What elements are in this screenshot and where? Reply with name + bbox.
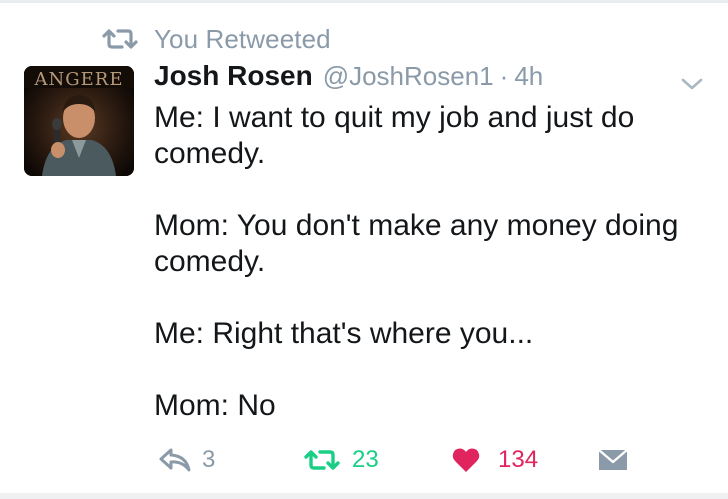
reply-icon [159,448,191,472]
bottom-divider [0,493,728,499]
like-count: 134 [498,446,539,473]
tweet-paragraph: Me: Right that's where you... [154,317,534,350]
like-button[interactable]: 134 [452,444,538,476]
top-divider [0,0,728,3]
tweet-paragraph: Me: I want to quit my job and just do co… [154,101,635,170]
retweet-count: 23 [352,446,379,473]
tweet-actions: 3 23 134 [0,440,728,480]
avatar[interactable]: ANGERE [24,66,134,176]
retweet-icon [304,450,340,470]
avatar-image: ANGERE [24,66,134,176]
tweet-header: Josh Rosen @JoshRosen1 · 4h [154,60,543,100]
heart-icon [452,448,480,472]
tweet-paragraph: Mom: You don't make any money doing come… [154,209,679,278]
retweet-button[interactable]: 23 [302,444,379,476]
direct-message-button[interactable] [598,444,628,476]
header-separator: · [499,61,509,91]
chevron-down-icon[interactable] [680,76,704,92]
retweet-icon [102,29,138,49]
envelope-icon [598,449,628,470]
tweet-paragraph: Mom: No [154,389,276,422]
retweet-context-label: You Retweeted [154,23,331,54]
author-name[interactable]: Josh Rosen [154,60,313,92]
tweet-text: Me: I want to quit my job and just do co… [154,100,714,424]
avatar-sign-text: ANGERE [34,69,124,90]
retweet-context: You Retweeted [100,22,331,56]
author-handle[interactable]: @JoshRosen1 [323,61,494,92]
reply-button[interactable]: 3 [158,444,215,476]
tweet-timestamp[interactable]: 4h [514,61,543,92]
reply-count: 3 [202,446,216,473]
